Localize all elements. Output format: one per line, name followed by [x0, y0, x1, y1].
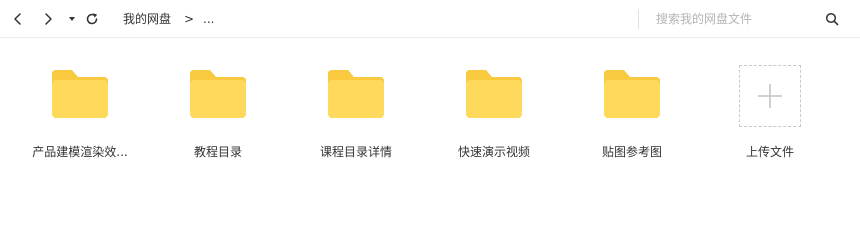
upload-dropzone[interactable] — [739, 65, 801, 127]
folder-name: 产品建模渲染效... — [32, 145, 128, 159]
toolbar-divider — [638, 9, 639, 29]
breadcrumb-more[interactable]: ... — [203, 11, 214, 27]
folder-icon — [328, 70, 384, 118]
refresh-icon — [86, 13, 98, 25]
folder-name: 快速演示视频 — [457, 145, 530, 159]
folder-name: 贴图参考图 — [601, 145, 662, 159]
caret-down-icon — [69, 17, 75, 21]
upload-file-button[interactable]: 上传文件 — [710, 62, 830, 162]
chevron-right-icon — [45, 13, 52, 25]
search-icon — [825, 12, 839, 26]
folder-item[interactable]: 贴图参考图 — [572, 62, 692, 162]
folder-icon — [52, 70, 108, 118]
history-dropdown-button[interactable] — [62, 9, 82, 29]
folder-item[interactable]: 课程目录详情 — [296, 62, 416, 162]
upload-file-label: 上传文件 — [745, 145, 794, 159]
folder-item[interactable]: 教程目录 — [158, 62, 278, 162]
folder-icon — [190, 70, 246, 118]
folder-item[interactable]: 产品建模渲染效... — [20, 62, 140, 162]
folder-icon — [604, 70, 660, 118]
folder-item[interactable]: 快速演示视频 — [434, 62, 554, 162]
plus-icon — [758, 84, 782, 108]
back-button[interactable] — [8, 9, 28, 29]
chevron-left-icon — [14, 13, 21, 25]
refresh-button[interactable] — [82, 9, 102, 29]
breadcrumb-separator: > — [184, 12, 195, 26]
breadcrumb-root[interactable]: 我的网盘 — [123, 11, 171, 27]
folder-name: 教程目录 — [193, 145, 242, 159]
search-button[interactable] — [822, 9, 842, 29]
toolbar: 我的网盘 > ... — [0, 0, 860, 38]
forward-button[interactable] — [38, 9, 58, 29]
search-input[interactable] — [650, 8, 810, 30]
file-grid: 产品建模渲染效... 教程目录 课程目录详情 快速演示视频 贴图参考图 上传文件 — [0, 38, 860, 233]
folder-name: 课程目录详情 — [319, 145, 392, 159]
folder-icon — [466, 70, 522, 118]
